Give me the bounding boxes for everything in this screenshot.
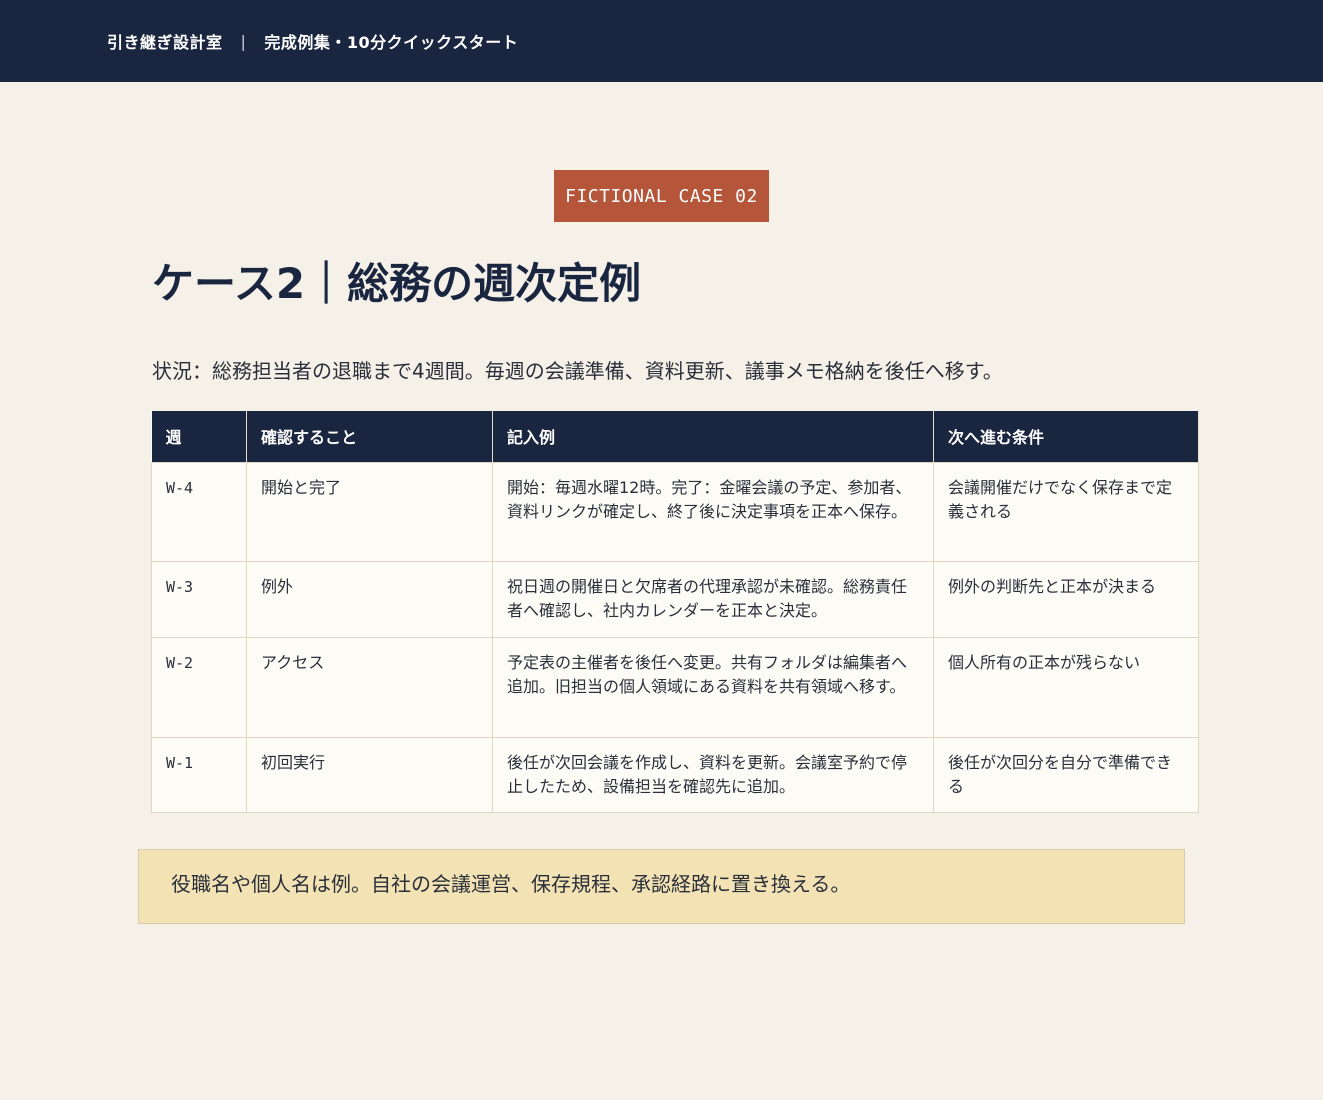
example-cell: 予定表の主催者を後任へ変更。共有フォルダは編集者へ追加。旧担当の個人領域にある資… bbox=[492, 636, 934, 738]
week-cell: W-1 bbox=[151, 736, 247, 813]
table-row: W-2 アクセス 予定表の主催者を後任へ変更。共有フォルダは編集者へ追加。旧担当… bbox=[151, 636, 1199, 738]
example-cell: 開始：毎週水曜12時。完了：金曜会議の予定、参加者、資料リンクが確定し、終了後に… bbox=[492, 461, 934, 562]
week-cell: W-2 bbox=[151, 636, 247, 738]
section-title[interactable]: 完成例集・10分クイックスタート bbox=[264, 29, 518, 53]
table-row: W-3 例外 祝日週の開催日と欠席者の代理承認が未確認。総務責任者へ確認し、社内… bbox=[151, 560, 1199, 638]
example-cell: 後任が次回会議を作成し、資料を更新。会議室予約で停止したため、設備担当を確認先に… bbox=[492, 736, 934, 813]
condition-cell: 会議開催だけでなく保存まで定義される bbox=[933, 461, 1199, 562]
condition-cell: 後任が次回分を自分で準備できる bbox=[933, 736, 1199, 813]
note-callout: 役職名や個人名は例。自社の会議運営、保存規程、承認経路に置き換える。 bbox=[138, 849, 1185, 924]
top-bar: 引き継ぎ設計室 | 完成例集・10分クイックスタート bbox=[0, 0, 1323, 82]
column-header-week: 週 bbox=[151, 411, 247, 462]
condition-cell: 個人所有の正本が残らない bbox=[933, 636, 1199, 738]
situation-text: 状況：総務担当者の退職まで4週間。毎週の会議準備、資料更新、議事メモ格納を後任へ… bbox=[152, 359, 1003, 383]
header-separator: | bbox=[240, 31, 247, 51]
check-cell: 例外 bbox=[246, 560, 493, 638]
site-name[interactable]: 引き継ぎ設計室 bbox=[107, 29, 223, 53]
column-header-example: 記入例 bbox=[492, 411, 934, 462]
column-header-check: 確認すること bbox=[246, 411, 493, 462]
week-cell: W-3 bbox=[151, 560, 247, 638]
week-cell: W-4 bbox=[151, 461, 247, 562]
check-cell: アクセス bbox=[246, 636, 493, 738]
table-row: W-4 開始と完了 開始：毎週水曜12時。完了：金曜会議の予定、参加者、資料リン… bbox=[151, 461, 1199, 562]
check-cell: 開始と完了 bbox=[246, 461, 493, 562]
column-header-condition: 次へ進む条件 bbox=[933, 411, 1199, 462]
check-cell: 初回実行 bbox=[246, 736, 493, 813]
note-text: 役職名や個人名は例。自社の会議運営、保存規程、承認経路に置き換える。 bbox=[171, 872, 851, 896]
condition-cell: 例外の判断先と正本が決まる bbox=[933, 560, 1199, 638]
table-row: W-1 初回実行 後任が次回会議を作成し、資料を更新。会議室予約で停止したため、… bbox=[151, 736, 1199, 813]
case-badge: FICTIONAL CASE 02 bbox=[554, 170, 769, 222]
table-header-row: 週 確認すること 記入例 次へ進む条件 bbox=[151, 411, 1199, 462]
page-title: ケース2｜総務の週次定例 bbox=[152, 259, 642, 308]
example-cell: 祝日週の開催日と欠席者の代理承認が未確認。総務責任者へ確認し、社内カレンダーを正… bbox=[492, 560, 934, 638]
handover-table: 週 確認すること 記入例 次へ進む条件 W-4 開始と完了 開始：毎週水曜12時… bbox=[151, 411, 1199, 813]
